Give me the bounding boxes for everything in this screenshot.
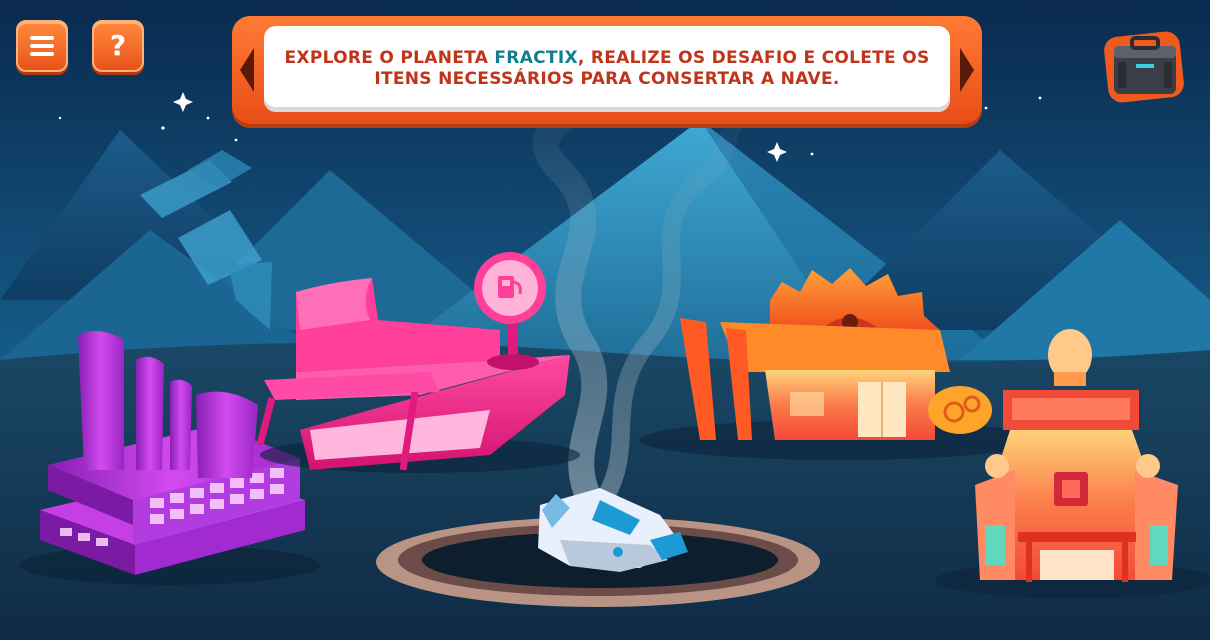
- hamburger-icon: [30, 44, 54, 48]
- inventory-button[interactable]: [1098, 24, 1190, 108]
- banner-arrow-right-icon: [960, 48, 974, 92]
- electronics-lab-hotspot[interactable]: [970, 325, 1185, 585]
- menu-button[interactable]: [16, 20, 68, 72]
- gas-station-hotspot[interactable]: [260, 255, 575, 470]
- question-icon: ?: [109, 29, 127, 62]
- instruction-banner: EXPLORE O PLANETA FRACTIX, REALIZE OS DE…: [232, 16, 982, 124]
- spaceship-hotspot[interactable]: [530, 480, 690, 575]
- instruction-text: EXPLORE O PLANETA FRACTIX, REALIZE OS DE…: [264, 48, 950, 90]
- gear-workshop-hotspot[interactable]: [675, 265, 995, 445]
- toolbox-icon: [1104, 31, 1184, 103]
- instruction-panel: EXPLORE O PLANETA FRACTIX, REALIZE OS DE…: [264, 26, 950, 112]
- banner-arrow-left-icon: [240, 48, 254, 92]
- planet-name: FRACTIX: [494, 48, 578, 68]
- instruction-text-start: EXPLORE O PLANETA: [284, 48, 495, 68]
- help-button[interactable]: ?: [92, 20, 144, 72]
